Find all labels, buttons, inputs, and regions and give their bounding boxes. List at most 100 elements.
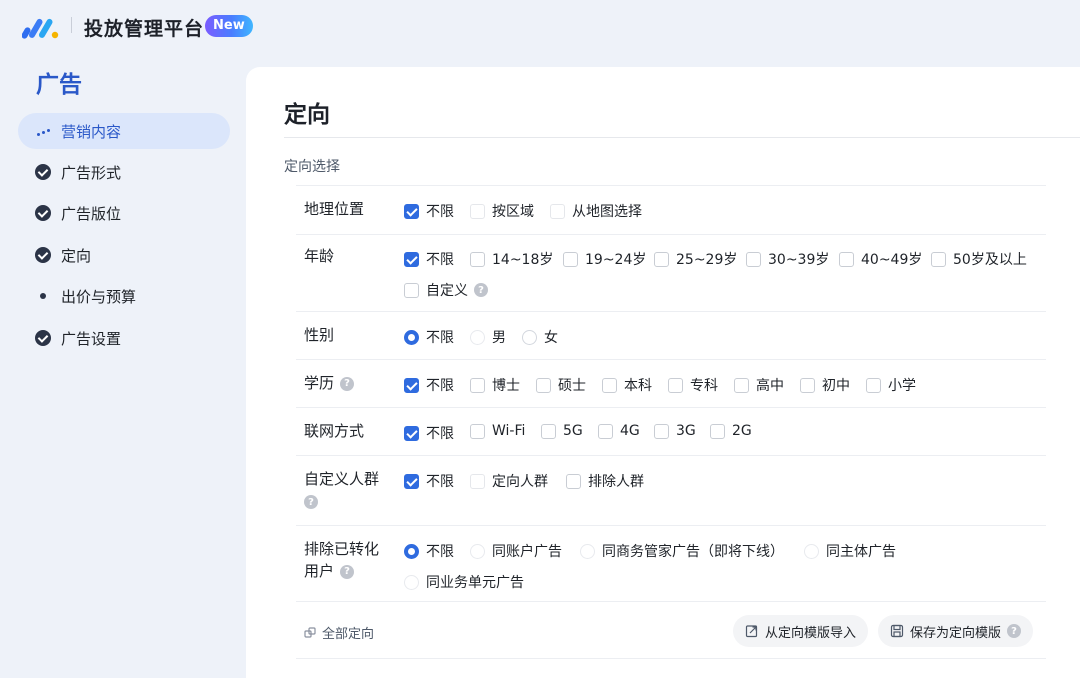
checkbox-icon [598,423,613,439]
checkbox-icon [470,473,485,489]
checkbox-checked-icon [404,473,419,489]
checkbox-icon [866,377,881,393]
sidebar-item-marketing-content[interactable]: 营销内容 [18,113,230,149]
checkbox-checked-icon [404,251,419,267]
help-icon[interactable]: ? [474,283,488,297]
option-label: 25~29岁 [676,252,738,268]
row-label: 排除已转化 用户? [304,538,379,582]
row-age: 年龄 不限 14~18岁 19~24岁 25~29岁 30~39岁 40~49岁… [296,234,1046,311]
sidebar-item-ad-settings[interactable]: 广告设置 [18,320,230,356]
row-network: 联网方式 不限 Wi-Fi 5G 4G 3G 2G [296,407,1046,455]
checkbox-icon [566,473,581,489]
row-geo: 地理位置 不限 按区域 从地图选择 [296,185,1046,234]
checkbox-geo-region[interactable]: 按区域 [470,201,534,221]
checkbox-edu-phd[interactable]: 博士 [470,375,520,395]
checkbox-age-14-18[interactable]: 14~18岁 [470,249,553,269]
checkbox-net-unlimited[interactable]: 不限 [404,423,454,443]
checkbox-age-unlimited[interactable]: 不限 [404,249,454,269]
radio-gender-male[interactable]: 男 [470,327,506,347]
option-label: 不限 [426,204,454,220]
checkbox-icon [602,377,617,393]
checkbox-icon [800,377,815,393]
radio-exclude-same-business-unit[interactable]: 同业务单元广告 [404,572,524,592]
check-circle-icon [35,205,51,221]
radio-gender-female[interactable]: 女 [522,327,558,347]
option-label: 不限 [426,252,454,268]
checkbox-age-40-49[interactable]: 40~49岁 [839,249,922,269]
platform-logo-icon[interactable] [22,14,60,40]
checkbox-age-30-39[interactable]: 30~39岁 [746,249,829,269]
checkbox-net-2g[interactable]: 2G [710,423,752,439]
radio-exclude-same-business-manager[interactable]: 同商务管家广告（即将下线） [580,541,784,561]
import-template-button[interactable]: 从定向模版导入 [733,615,869,647]
checkbox-net-5g[interactable]: 5G [541,423,583,439]
checkbox-age-25-29[interactable]: 25~29岁 [654,249,737,269]
option-label: 19~24岁 [585,252,647,268]
help-icon[interactable]: ? [340,564,355,579]
sidebar-item-targeting[interactable]: 定向 [18,237,230,273]
checkbox-edu-college[interactable]: 专科 [668,375,718,395]
all-targeting-link[interactable]: 全部定向 [304,623,374,642]
section-label: 定向选择 [284,159,340,175]
help-icon[interactable]: ? [1007,624,1022,638]
checkbox-icon [654,423,669,439]
checkbox-audience-target[interactable]: 定向人群 [470,471,548,491]
row-exclude-converted: 排除已转化 用户? 不限 同账户广告 同商务管家广告（即将下线） 同主体广告 同… [296,525,1046,602]
option-label: 小学 [888,378,916,394]
checkbox-audience-unlimited[interactable]: 不限 [404,471,454,491]
checkbox-icon [470,423,485,439]
option-label: 同主体广告 [826,544,896,560]
row-label: 学历? [304,372,355,394]
checkbox-edu-highschool[interactable]: 高中 [734,375,784,395]
checkbox-icon [470,203,485,219]
option-label: 排除人群 [588,474,644,490]
checkbox-geo-unlimited[interactable]: 不限 [404,201,454,221]
checkbox-icon [839,251,854,267]
option-label: 不限 [426,330,454,346]
checkbox-net-3g[interactable]: 3G [654,423,696,439]
checkbox-age-19-24[interactable]: 19~24岁 [563,249,646,269]
checkbox-edu-middleschool[interactable]: 初中 [800,375,850,395]
header-divider [71,17,72,33]
checkbox-geo-map[interactable]: 从地图选择 [550,201,642,221]
checkbox-checked-icon [404,377,419,393]
option-label: 女 [544,330,558,346]
save-template-button[interactable]: 保存为定向模版 ? [878,615,1034,647]
row-gender: 性别 不限 男 女 [296,311,1046,359]
radio-exclude-unlimited[interactable]: 不限 [404,541,454,561]
radio-icon [404,574,419,590]
checkbox-age-50-plus[interactable]: 50岁及以上 [931,249,1027,269]
help-icon[interactable]: ? [304,495,318,509]
checkbox-edu-unlimited[interactable]: 不限 [404,375,454,395]
checkbox-age-custom[interactable]: 自定义? [404,280,488,300]
sidebar-item-bid-budget[interactable]: 出价与预算 [18,278,230,314]
radio-exclude-same-entity[interactable]: 同主体广告 [804,541,896,561]
option-label: 不限 [426,474,454,490]
sidebar-item-label: 定向 [61,246,92,265]
radio-gender-unlimited[interactable]: 不限 [404,327,454,347]
checkbox-edu-bachelor[interactable]: 本科 [602,375,652,395]
checkbox-edu-primary[interactable]: 小学 [866,375,916,395]
option-label: 按区域 [492,204,534,220]
checkbox-net-4g[interactable]: 4G [598,423,640,439]
radio-exclude-same-account[interactable]: 同账户广告 [470,541,562,561]
checkbox-edu-master[interactable]: 硕士 [536,375,586,395]
help-icon[interactable]: ? [340,376,355,391]
checkbox-icon [746,251,761,267]
option-label: 自定义 [426,283,468,299]
checkbox-net-wifi[interactable]: Wi-Fi [470,423,525,439]
checkbox-icon [563,251,578,267]
option-label: 硕士 [558,378,586,394]
checkbox-audience-exclude[interactable]: 排除人群 [566,471,644,491]
page-title: 定向 [284,102,330,128]
sidebar-item-ad-placement[interactable]: 广告版位 [18,195,230,231]
check-circle-icon [35,330,51,346]
option-label: 不限 [426,544,454,560]
option-label: 2G [732,423,752,439]
checkbox-icon [470,251,485,267]
checkbox-icon [536,377,551,393]
sidebar-title: 广告 [36,72,82,98]
sidebar-item-ad-format[interactable]: 广告形式 [18,154,230,190]
radio-icon [580,543,595,559]
option-label: 40~49岁 [861,252,923,268]
